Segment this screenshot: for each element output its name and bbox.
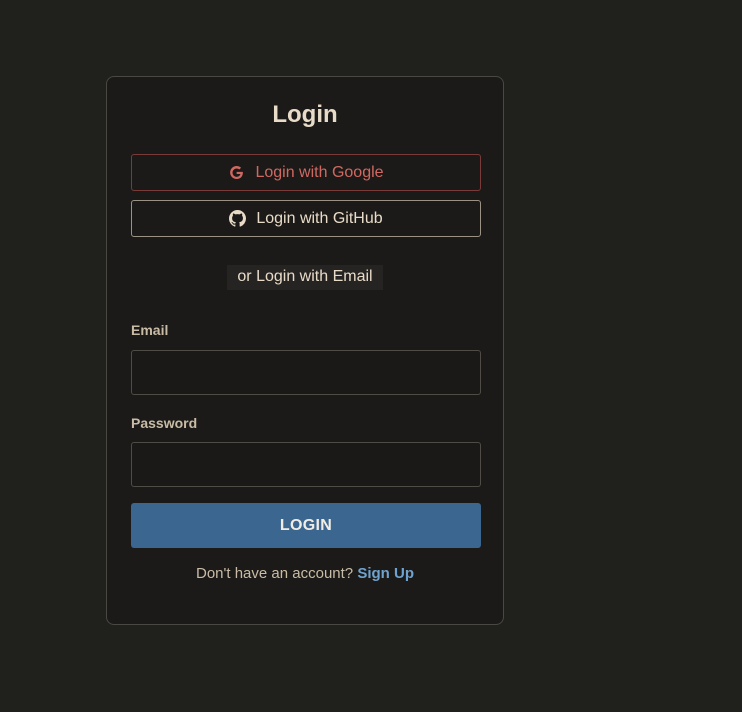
google-login-label: Login with Google — [255, 163, 384, 181]
password-field[interactable] — [131, 442, 481, 487]
github-icon — [229, 210, 247, 227]
divider-text: or Login with Email — [227, 265, 383, 290]
signup-row: Don't have an account? Sign Up — [107, 565, 503, 582]
google-login-button[interactable]: Login with Google — [131, 154, 481, 191]
password-label: Password — [131, 415, 198, 431]
google-icon — [228, 164, 245, 181]
github-login-label: Login with GitHub — [256, 209, 383, 227]
github-login-button[interactable]: Login with GitHub — [131, 200, 481, 237]
signup-prompt: Don't have an account? — [196, 565, 354, 582]
email-field[interactable] — [131, 350, 481, 395]
login-button[interactable]: LOGIN — [131, 503, 481, 548]
page-title: Login — [272, 101, 338, 128]
signup-link[interactable]: Sign Up — [357, 565, 414, 582]
login-card: Login Login with Google Login with GitHu… — [106, 76, 504, 625]
email-divider: or Login with Email — [107, 265, 503, 290]
email-label: Email — [131, 322, 169, 338]
